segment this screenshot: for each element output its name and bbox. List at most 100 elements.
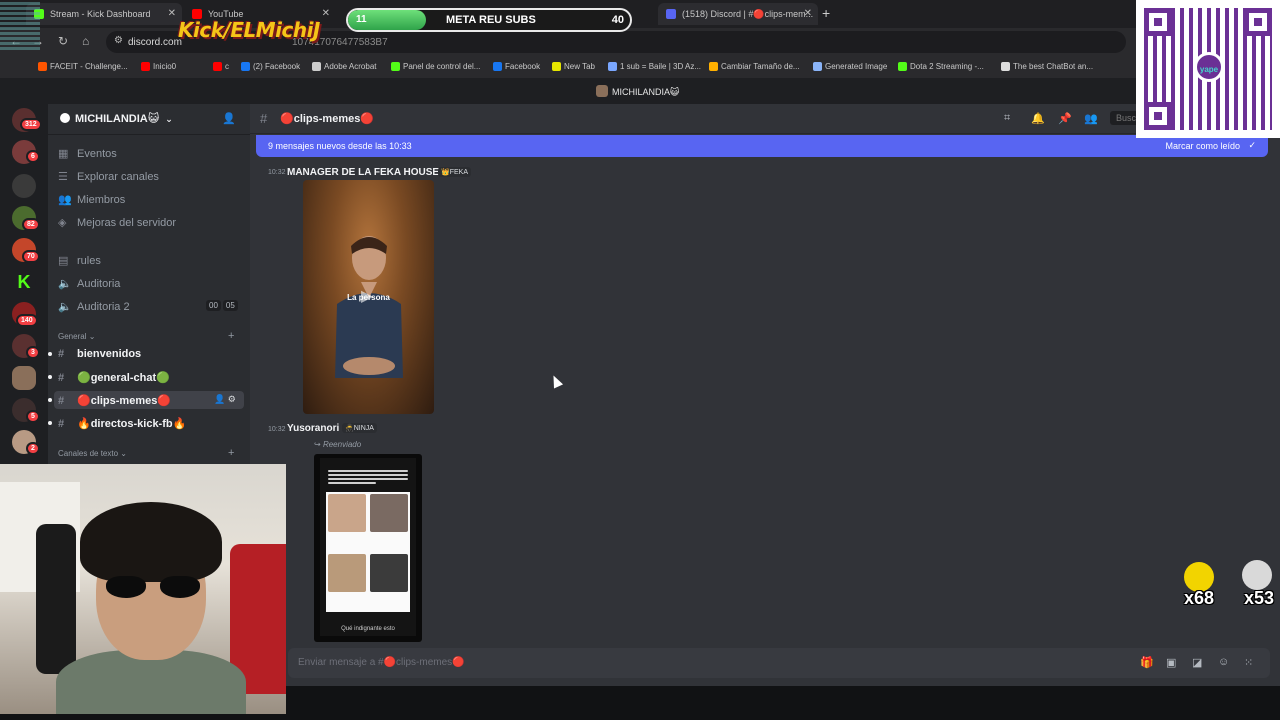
bookmark-item[interactable]: 1 sub = Baile | 3D Az... — [608, 62, 701, 71]
channel-directos-kick-fb[interactable]: # 🔥directos-kick-fb🔥 — [48, 417, 186, 430]
bookmark-icon — [493, 62, 502, 71]
site-info-icon[interactable]: ⚙ — [114, 35, 123, 46]
text-lines — [328, 470, 408, 488]
forwarded-video-attachment[interactable]: Qué indignante esto — [314, 454, 422, 642]
home-icon[interactable]: ⌂ — [82, 34, 89, 48]
bookmark-icon — [391, 62, 400, 71]
channel-title: 🔴clips-memes🔴 — [280, 113, 375, 125]
unread-badge: 70 — [22, 250, 40, 263]
qr-finder — [1144, 8, 1172, 36]
chat-area: # 🔴clips-memes🔴 ⌗ 🔔 📌 👥 Busca 9 mensajes… — [250, 104, 1280, 686]
reload-icon[interactable]: ↻ — [58, 34, 68, 48]
bookmark-item[interactable]: Inicio0 — [141, 62, 176, 71]
unread-badge: 82 — [22, 218, 40, 231]
bookmark-item[interactable]: The best ChatBot an... — [1001, 62, 1093, 71]
unread-dot — [48, 421, 52, 425]
gear-icon[interactable]: ⚙ — [228, 394, 236, 404]
server-icon[interactable] — [12, 174, 36, 198]
threads-icon[interactable]: ⌗ — [1004, 112, 1010, 125]
members-icon[interactable]: 👥 — [1084, 112, 1098, 125]
pin-icon[interactable]: 📌 — [1058, 112, 1072, 125]
browser-tab[interactable]: Stream - Kick Dashboard ✕ — [26, 3, 182, 25]
bookmark-icon — [1001, 62, 1010, 71]
channel-clips-memes[interactable]: # 🔴clips-memes🔴 — [48, 394, 171, 407]
category-text-channels[interactable]: Canales de texto ⌄ — [58, 449, 127, 458]
sidebar-item-events[interactable]: ▦ Eventos — [58, 147, 117, 160]
add-channel-icon[interactable]: + — [228, 447, 234, 459]
add-channel-icon[interactable]: + — [228, 330, 234, 342]
bookmark-icon — [141, 62, 150, 71]
channel-rules[interactable]: ▤ rules — [58, 254, 101, 267]
gift-icon[interactable]: 🎁 — [1140, 656, 1154, 669]
sticker-icon[interactable]: ◪ — [1192, 656, 1202, 669]
server-icon — [596, 85, 608, 97]
forward-icon: ↪ — [314, 440, 321, 449]
sidebar-item-browse-channels[interactable]: ☰ Explorar canales — [58, 170, 159, 183]
bookmark-item[interactable]: Cambiar Tamaño de... — [709, 62, 800, 71]
stream-chat-overlay — [0, 0, 44, 150]
bookmark-item[interactable]: Adobe Acrobat — [312, 62, 376, 71]
sub-goal-current: 11 — [356, 14, 367, 25]
browser-tab[interactable]: (1518) Discord | #🔴clips-mem... ✕ — [658, 3, 818, 25]
kick-server-icon[interactable]: K — [12, 270, 36, 294]
channel-bienvenidos[interactable]: # bienvenidos — [48, 348, 141, 360]
new-messages-bar[interactable]: 9 mensajes nuevos desde las 10:33 Marcar… — [256, 135, 1268, 157]
apps-icon[interactable]: ⁙ — [1244, 656, 1253, 669]
new-tab-icon[interactable]: + — [822, 5, 830, 21]
video-attachment[interactable]: La persona ▶ — [303, 180, 434, 414]
mark-as-read-button[interactable]: Marcar como leído — [1165, 141, 1240, 151]
bell-icon[interactable]: 🔔 — [1031, 112, 1045, 125]
michilandia-server-icon[interactable] — [12, 366, 36, 390]
qr-pattern: yape — [1144, 8, 1272, 130]
mark-read-icon[interactable]: ✓ — [1248, 140, 1256, 151]
voice-channel-auditoria-2[interactable]: 🔈 Auditoria 2 — [58, 300, 130, 313]
sidebar-item-server-boost[interactable]: ◈ Mejoras del servidor — [58, 216, 176, 229]
chair — [36, 524, 76, 674]
rules-icon: ▤ — [58, 255, 69, 267]
role-tag: 🥷NINJA — [342, 423, 377, 433]
boost-icon: ◈ — [58, 217, 67, 229]
close-icon[interactable]: ✕ — [322, 8, 330, 19]
unread-dot — [48, 352, 52, 356]
sidebar-item-members[interactable]: 👥 Miembros — [58, 193, 125, 206]
calendar-icon: ▦ — [58, 148, 69, 160]
divider — [48, 134, 250, 135]
bookmark-item[interactable]: Panel de control del... — [391, 62, 480, 71]
yape-qr-code: yape — [1136, 0, 1280, 138]
gif-icon[interactable]: ▣ — [1166, 656, 1176, 669]
members-icon: 👥 — [58, 194, 72, 206]
video-caption: Qué indignante esto — [341, 626, 395, 632]
bookmark-icon — [552, 62, 561, 71]
close-icon[interactable]: ✕ — [804, 8, 812, 19]
speaker-icon: 🔈 — [58, 278, 72, 290]
voice-channel-auditoria[interactable]: 🔈 Auditoria — [58, 277, 120, 290]
bookmark-icon — [312, 62, 321, 71]
compass-icon: ☰ — [58, 171, 68, 183]
message-author[interactable]: MANAGER DE LA FEKA HOUSE — [287, 167, 439, 178]
server-name-header[interactable]: MICHILANDIA😺 ⌄ — [60, 112, 173, 125]
unread-badge: 2 — [26, 442, 40, 455]
bookmark-item[interactable]: New Tab — [552, 62, 595, 71]
bookmark-icon — [241, 62, 250, 71]
bookmark-item[interactable]: (2) Facebook — [241, 62, 300, 71]
play-icon[interactable]: ▶ — [361, 286, 373, 306]
emoji-icon[interactable]: ☺ — [1218, 656, 1229, 668]
message-input[interactable]: Enviar mensaje a #🔴clips-memes🔴 — [298, 657, 465, 668]
bookmark-item[interactable]: Facebook — [493, 62, 540, 71]
message-author[interactable]: Yusoranori — [287, 423, 339, 434]
bookmark-item[interactable]: c — [213, 62, 229, 71]
category-general[interactable]: General ⌄ — [58, 332, 95, 341]
bookmark-item[interactable]: FACEIT - Challenge... — [38, 62, 128, 71]
channel-general-chat[interactable]: # 🟢general-chat🟢 — [48, 371, 170, 384]
cat-emote-icon — [1242, 560, 1272, 590]
message-timestamp: 10:32 — [268, 169, 286, 176]
message-composer[interactable]: Enviar mensaje a #🔴clips-memes🔴 🎁 ▣ ◪ ☺ … — [288, 648, 1270, 678]
photo — [328, 494, 366, 532]
bookmark-item[interactable]: Dota 2 Streaming -... — [898, 62, 984, 71]
yape-logo: yape — [1194, 52, 1224, 82]
speaker-icon: 🔈 — [58, 301, 72, 313]
invite-icon[interactable]: 👤 — [222, 112, 236, 125]
bookmark-item[interactable]: Generated Image — [813, 62, 887, 71]
invite-icon[interactable]: 👤 — [214, 394, 225, 404]
close-icon[interactable]: ✕ — [168, 8, 176, 19]
